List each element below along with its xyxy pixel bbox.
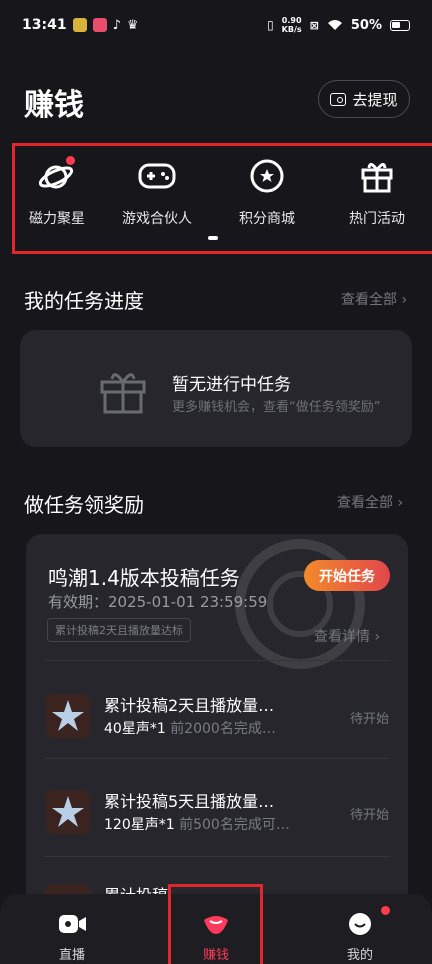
live-camera-icon xyxy=(59,915,86,933)
divider xyxy=(44,758,390,759)
tiktok-icon: ♪ xyxy=(112,17,121,33)
gift-icon xyxy=(361,163,393,193)
empty-tasks-card: 暂无进行中任务 更多赚钱机会，查看“做任务领奖励” xyxy=(20,330,412,447)
divider xyxy=(44,660,390,661)
status-time: 13:41 xyxy=(22,17,67,33)
withdraw-button[interactable]: 去提现 xyxy=(318,80,410,118)
view-all-rewards[interactable]: 查看全部 › xyxy=(337,492,403,512)
shortcut-label: 热门活动 xyxy=(349,211,405,227)
withdraw-label: 去提现 xyxy=(352,90,398,109)
page-title: 赚钱 xyxy=(24,88,84,123)
task-title: 鸣潮1.4版本投稿任务 xyxy=(48,566,240,590)
shortcut-points-mall[interactable]: 积分商城 xyxy=(212,150,322,240)
task-validity: 有效期：2025-01-01 23:59:59 xyxy=(48,593,268,611)
tab-label: 我的 xyxy=(346,948,373,963)
battery-icon xyxy=(390,19,410,31)
notification-dot xyxy=(381,906,390,915)
star-badge-icon xyxy=(46,790,90,834)
battery-percent: 50% xyxy=(350,17,382,33)
gamepad-icon xyxy=(138,163,176,189)
view-all-my-tasks[interactable]: 查看全部 › xyxy=(341,289,407,309)
section-title-rewards: 做任务领奖励 xyxy=(24,493,144,517)
shortcut-hot-events[interactable]: 热门活动 xyxy=(322,150,432,240)
tab-highlight-box xyxy=(168,884,263,964)
vibrate-icon: ▯ xyxy=(267,18,274,32)
shortcut-label: 磁力聚星 xyxy=(29,211,85,227)
notification-dot xyxy=(66,156,75,165)
wallet-icon xyxy=(330,92,347,106)
tab-label: 直播 xyxy=(58,948,85,963)
star-coin-icon xyxy=(250,159,284,193)
wifi-icon xyxy=(327,20,342,30)
gift-icon xyxy=(100,373,146,414)
shortcut-magnetic-star[interactable]: 磁力聚星 xyxy=(12,150,102,240)
app-notification-icon xyxy=(72,18,87,32)
empty-title: 暂无进行中任务 xyxy=(172,375,291,395)
shortcut-label: 积分商城 xyxy=(239,211,295,227)
start-task-button[interactable]: 开始任务 xyxy=(304,560,390,591)
section-title-my-tasks: 我的任务进度 xyxy=(24,289,144,313)
shortcut-game-partner[interactable]: 游戏合伙人 xyxy=(102,150,212,240)
tab-me[interactable]: 我的 xyxy=(288,894,432,964)
sub-task-title: 累计投稿2天且播放量… xyxy=(104,696,275,715)
view-detail-link[interactable]: 查看详情 › xyxy=(314,626,380,646)
star-badge-icon xyxy=(46,694,90,738)
divider xyxy=(44,856,390,857)
smile-face-icon xyxy=(349,913,371,935)
sub-task-reward: 120星声*1 前500名完成可… xyxy=(104,817,290,833)
tab-live[interactable]: 直播 xyxy=(0,894,144,964)
shortcut-row: 磁力聚星 游戏合伙人 积分商城 热门活动 xyxy=(12,150,432,240)
sub-task-status: 待开始 xyxy=(350,808,390,823)
sub-task-item[interactable]: 累计投稿5天且播放量… 120星声*1 前500名完成可… 待开始 xyxy=(46,786,392,846)
sub-task-reward: 40星声*1 前2000名完成… xyxy=(104,721,276,737)
empty-subtitle: 更多赚钱机会，查看“做任务领奖励” xyxy=(172,400,381,415)
shortcut-label: 游戏合伙人 xyxy=(122,211,192,227)
net-speed: 0.90 KB/s xyxy=(281,16,302,34)
page-indicator xyxy=(208,236,218,240)
task-tag: 累计投稿2天且播放量达标 xyxy=(47,618,191,642)
app-notification-icon xyxy=(92,18,107,32)
sim-icon: ⊠ xyxy=(309,18,319,32)
sub-task-status: 待开始 xyxy=(350,712,390,727)
sub-task-item[interactable]: 累计投稿2天且播放量… 40星声*1 前2000名完成… 待开始 xyxy=(46,690,392,750)
sub-task-title: 累计投稿5天且播放量… xyxy=(104,792,275,811)
crown-icon: ♛ xyxy=(126,17,139,33)
status-bar: 13:41 ♪ ♛ ▯ 0.90 KB/s ⊠ 50% xyxy=(0,0,432,50)
